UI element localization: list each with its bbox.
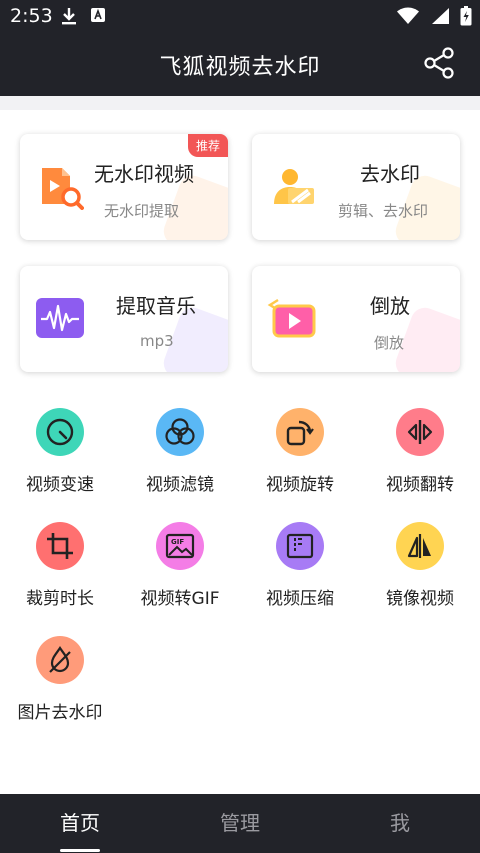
tool-image-remove-watermark[interactable]: 图片去水印	[0, 636, 120, 723]
tool-label: 视频旋转	[266, 475, 334, 495]
audio-wave-icon	[36, 298, 84, 338]
tab-home[interactable]: 首页	[20, 794, 140, 853]
video-search-icon	[42, 168, 84, 210]
gif-image-icon: GIF	[165, 533, 195, 559]
active-tab-indicator	[60, 849, 100, 852]
recommend-badge: 推荐	[187, 134, 228, 157]
tool-trim-duration[interactable]: 裁剪时长	[0, 522, 120, 609]
tool-label: 视频变速	[26, 475, 94, 495]
card-subtitle: mp3	[140, 332, 174, 350]
ink-drop-icon	[49, 646, 71, 673]
tool-label: 图片去水印	[17, 703, 103, 723]
card-subtitle: 剪辑、去水印	[338, 202, 429, 220]
wifi-icon	[397, 7, 419, 24]
font-a-icon	[91, 8, 105, 22]
app-title: 飞狐视频去水印	[159, 55, 321, 80]
tool-video-filter[interactable]: 视频滤镜	[120, 408, 240, 495]
tool-video-flip[interactable]: 视频翻转	[360, 408, 480, 495]
tool-label: 视频转GIF	[140, 589, 220, 609]
rotate-icon	[286, 420, 314, 446]
svg-text:GIF: GIF	[171, 538, 184, 546]
tool-label: 裁剪时长	[26, 589, 94, 609]
filter-circles-icon	[165, 418, 195, 445]
status-bar: 2:53	[0, 0, 480, 32]
tool-video-compress[interactable]: 视频压缩	[240, 522, 360, 609]
share-icon[interactable]	[422, 46, 456, 80]
card-title: 倒放	[370, 294, 410, 318]
top-bar: 2:53 飞狐视频去水印	[0, 0, 480, 96]
flip-icon	[407, 420, 433, 444]
card-remove-watermark[interactable]: 去水印 剪辑、去水印	[252, 134, 460, 240]
tab-manage[interactable]: 管理	[180, 794, 300, 853]
person-eraser-icon	[274, 169, 314, 204]
compress-icon	[286, 533, 314, 559]
crop-icon	[47, 533, 73, 559]
card-extract-music[interactable]: 提取音乐 mp3	[20, 266, 228, 372]
mirror-icon	[407, 534, 431, 558]
speedometer-icon	[46, 418, 74, 446]
card-subtitle: 无水印提取	[104, 202, 180, 220]
card-title: 提取音乐	[116, 294, 196, 318]
card-reverse[interactable]: 倒放 倒放	[252, 266, 460, 372]
signal-icon	[432, 8, 449, 24]
card-title: 去水印	[360, 162, 420, 186]
card-subtitle: 倒放	[374, 334, 405, 352]
card-no-watermark-video[interactable]: 无水印视频 无水印提取 推荐	[20, 134, 228, 240]
tool-video-to-gif[interactable]: GIF 视频转GIF	[120, 522, 240, 609]
status-time: 2:53	[10, 5, 53, 27]
tool-label: 视频滤镜	[146, 475, 214, 495]
reverse-play-icon	[267, 298, 316, 338]
card-title: 无水印视频	[94, 162, 194, 186]
tool-label: 镜像视频	[386, 589, 454, 609]
tool-label: 视频压缩	[266, 589, 334, 609]
tool-video-speed[interactable]: 视频变速	[0, 408, 120, 495]
download-icon	[62, 8, 76, 25]
tool-video-rotate[interactable]: 视频旋转	[240, 408, 360, 495]
main-content: 无水印视频 无水印提取 推荐 去水印 剪辑、去水印 提取音乐 mp3 倒放 倒放…	[0, 96, 480, 794]
tab-me[interactable]: 我	[340, 794, 460, 853]
separator	[0, 96, 480, 110]
tool-mirror-video[interactable]: 镜像视频	[360, 522, 480, 609]
battery-charging-icon	[460, 6, 472, 26]
bottom-nav: 首页 管理 我	[0, 794, 480, 853]
tool-label: 视频翻转	[386, 475, 454, 495]
